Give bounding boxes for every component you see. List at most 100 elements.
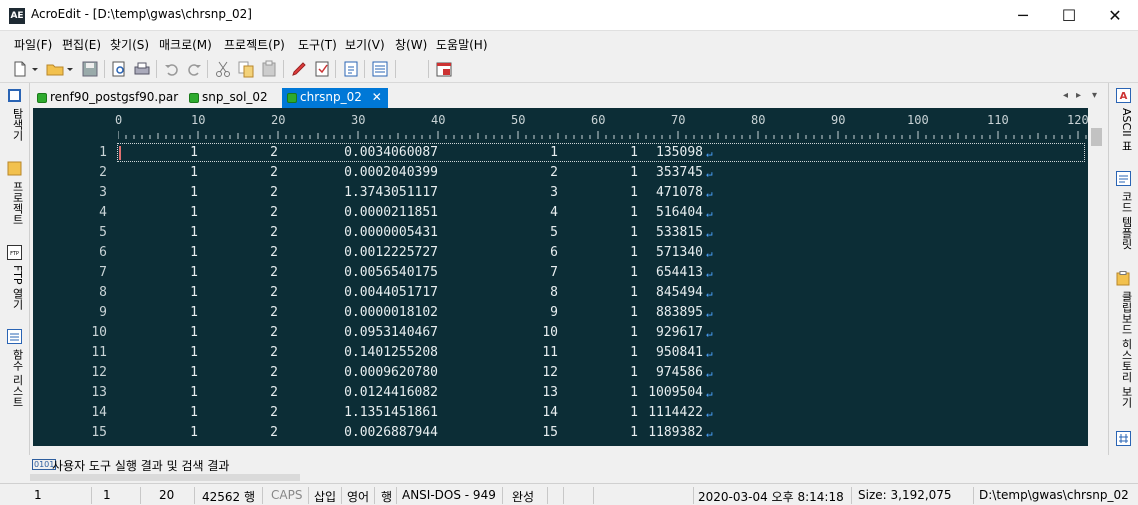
menu-window[interactable]: 창(W) bbox=[395, 36, 427, 53]
ruler-label: 60 bbox=[591, 113, 606, 127]
status-caps: CAPS bbox=[267, 487, 309, 504]
app-icon: AE bbox=[9, 8, 25, 24]
cell-c1: 1 bbox=[190, 305, 198, 320]
menu-tools[interactable]: 도구(T) bbox=[298, 36, 337, 53]
print-preview-icon[interactable] bbox=[109, 59, 129, 79]
output-scrollbar[interactable] bbox=[30, 474, 300, 481]
cell-c6: 974586 bbox=[656, 365, 703, 380]
tab-list-icon[interactable]: ▾ bbox=[1092, 90, 1097, 101]
status-insert[interactable]: 삽입 bbox=[310, 487, 342, 504]
cell-c2: 2 bbox=[270, 385, 278, 400]
line-end-icon: ↵ bbox=[706, 227, 713, 240]
redo-icon[interactable] bbox=[184, 59, 204, 79]
side-tab-project[interactable]: 프로젝트 bbox=[7, 161, 25, 231]
menu-help[interactable]: 도움말(H) bbox=[436, 36, 488, 53]
line-end-icon: ↵ bbox=[706, 347, 713, 360]
line-number: 4 bbox=[99, 205, 107, 220]
status-empty bbox=[564, 487, 594, 504]
cell-c1: 1 bbox=[190, 325, 198, 340]
ascii-table-icon: A bbox=[1116, 88, 1131, 103]
minimize-button[interactable]: ─ bbox=[1000, 0, 1046, 31]
cell-c6: 1009504 bbox=[648, 385, 703, 400]
cell-c4: 15 bbox=[542, 425, 558, 440]
cell-c6: 1189382 bbox=[648, 425, 703, 440]
maximize-button[interactable]: ☐ bbox=[1046, 0, 1092, 31]
new-dropdown-icon[interactable] bbox=[30, 59, 40, 79]
cell-c2: 2 bbox=[270, 305, 278, 320]
output-panel-label[interactable]: 사용자 도구 실행 결과 및 검색 결과 bbox=[52, 457, 229, 474]
tab-next-icon[interactable]: ▸ bbox=[1076, 90, 1081, 101]
cell-c2: 2 bbox=[270, 285, 278, 300]
side-tab-ftp[interactable]: FTP FTP 열기 bbox=[7, 245, 25, 315]
status-row-mode[interactable]: 행 bbox=[377, 487, 397, 504]
line-number: 13 bbox=[91, 385, 107, 400]
undo-icon[interactable] bbox=[162, 59, 182, 79]
menu-find[interactable]: 찾기(S) bbox=[110, 36, 149, 53]
tab-renf90[interactable]: renf90_postgsf90.par bbox=[32, 88, 184, 108]
side-tab-clipboard[interactable]: 클립보드 히스토리 보기 bbox=[1116, 271, 1134, 421]
side-tab-function-list[interactable]: 함수 리스트 bbox=[7, 329, 25, 429]
scrollbar-thumb[interactable] bbox=[1091, 128, 1102, 146]
tab-chrsnp[interactable]: chrsnp_02 ✕ bbox=[282, 88, 388, 108]
save-icon[interactable] bbox=[80, 59, 100, 79]
line-number: 15 bbox=[91, 425, 107, 440]
cell-c5: 1 bbox=[630, 185, 638, 200]
new-file-icon[interactable] bbox=[10, 59, 30, 79]
side-tab-code-template[interactable]: 코드 템플릿 bbox=[1116, 171, 1134, 256]
cell-c1: 1 bbox=[190, 385, 198, 400]
ruler-label: 30 bbox=[351, 113, 366, 127]
cell-c3: 0.0000005431 bbox=[344, 225, 438, 240]
cell-c1: 1 bbox=[190, 405, 198, 420]
cell-c2: 2 bbox=[270, 425, 278, 440]
menu-file[interactable]: 파일(F) bbox=[14, 36, 52, 53]
status-column: 1 bbox=[99, 487, 141, 504]
toolbar-separator bbox=[156, 60, 157, 78]
ruler-label: 70 bbox=[671, 113, 686, 127]
vertical-scrollbar[interactable] bbox=[1088, 108, 1105, 446]
status-language[interactable]: 영어 bbox=[343, 487, 375, 504]
line-end-icon: ↵ bbox=[706, 267, 713, 280]
line-number: 1 bbox=[99, 145, 107, 160]
cell-c6: 516404 bbox=[656, 205, 703, 220]
document-icon[interactable] bbox=[341, 59, 361, 79]
open-dropdown-icon[interactable] bbox=[65, 59, 75, 79]
hash-icon[interactable] bbox=[1116, 431, 1131, 446]
side-tab-ascii[interactable]: A ASCII 표 bbox=[1116, 88, 1134, 163]
tab-close-icon[interactable]: ✕ bbox=[372, 90, 382, 104]
copy-icon[interactable] bbox=[236, 59, 256, 79]
left-side-panel: 탐색기 프로젝트 FTP FTP 열기 함수 리스트 bbox=[0, 83, 30, 455]
cut-icon[interactable] bbox=[213, 59, 233, 79]
menu-edit[interactable]: 편집(E) bbox=[62, 36, 101, 53]
cell-c1: 1 bbox=[190, 245, 198, 260]
line-end-icon: ↵ bbox=[706, 407, 713, 420]
ruler-label: 40 bbox=[431, 113, 446, 127]
status-line: 1 bbox=[30, 487, 92, 504]
tab-prev-icon[interactable]: ◂ bbox=[1063, 90, 1068, 101]
cell-c3: 1.1351451861 bbox=[344, 405, 438, 420]
status-bar: 1 1 20 42562 행 CAPS 삽입 영어 행 ANSI-DOS - 9… bbox=[0, 483, 1138, 505]
paste-icon[interactable] bbox=[259, 59, 279, 79]
text-line: 1 2 0.0056540175 7 1 654413 ↵ bbox=[118, 263, 1098, 283]
tab-snp-sol[interactable]: snp_sol_02 bbox=[184, 88, 274, 108]
status-encoding[interactable]: ANSI-DOS - 949 bbox=[398, 487, 503, 504]
menu-view[interactable]: 보기(V) bbox=[345, 36, 385, 53]
list-view-icon[interactable] bbox=[370, 59, 390, 79]
cell-c3: 1.3743051117 bbox=[344, 185, 438, 200]
bookmark-icon[interactable] bbox=[312, 59, 332, 79]
line-number: 8 bbox=[99, 285, 107, 300]
cell-c1: 1 bbox=[190, 345, 198, 360]
close-button[interactable]: ✕ bbox=[1092, 0, 1138, 31]
menu-macro[interactable]: 매크로(M) bbox=[159, 36, 212, 53]
clipboard-icon bbox=[1116, 271, 1130, 286]
open-folder-icon[interactable] bbox=[45, 59, 65, 79]
side-tab-explorer[interactable]: 탐색기 bbox=[7, 88, 25, 148]
highlight-icon[interactable] bbox=[289, 59, 309, 79]
editor-area[interactable]: 0 10 20 30 40 50 60 70 80 90 100 110 120… bbox=[33, 108, 1105, 446]
cell-c5: 1 bbox=[630, 285, 638, 300]
print-icon[interactable] bbox=[132, 59, 152, 79]
function-list-icon bbox=[7, 329, 22, 344]
cell-c3: 0.0000211851 bbox=[344, 205, 438, 220]
text-line: 1 2 0.0002040399 2 1 353745 ↵ bbox=[118, 163, 1098, 183]
menu-project[interactable]: 프로젝트(P) bbox=[224, 36, 285, 53]
calendar-icon[interactable] bbox=[434, 59, 454, 79]
